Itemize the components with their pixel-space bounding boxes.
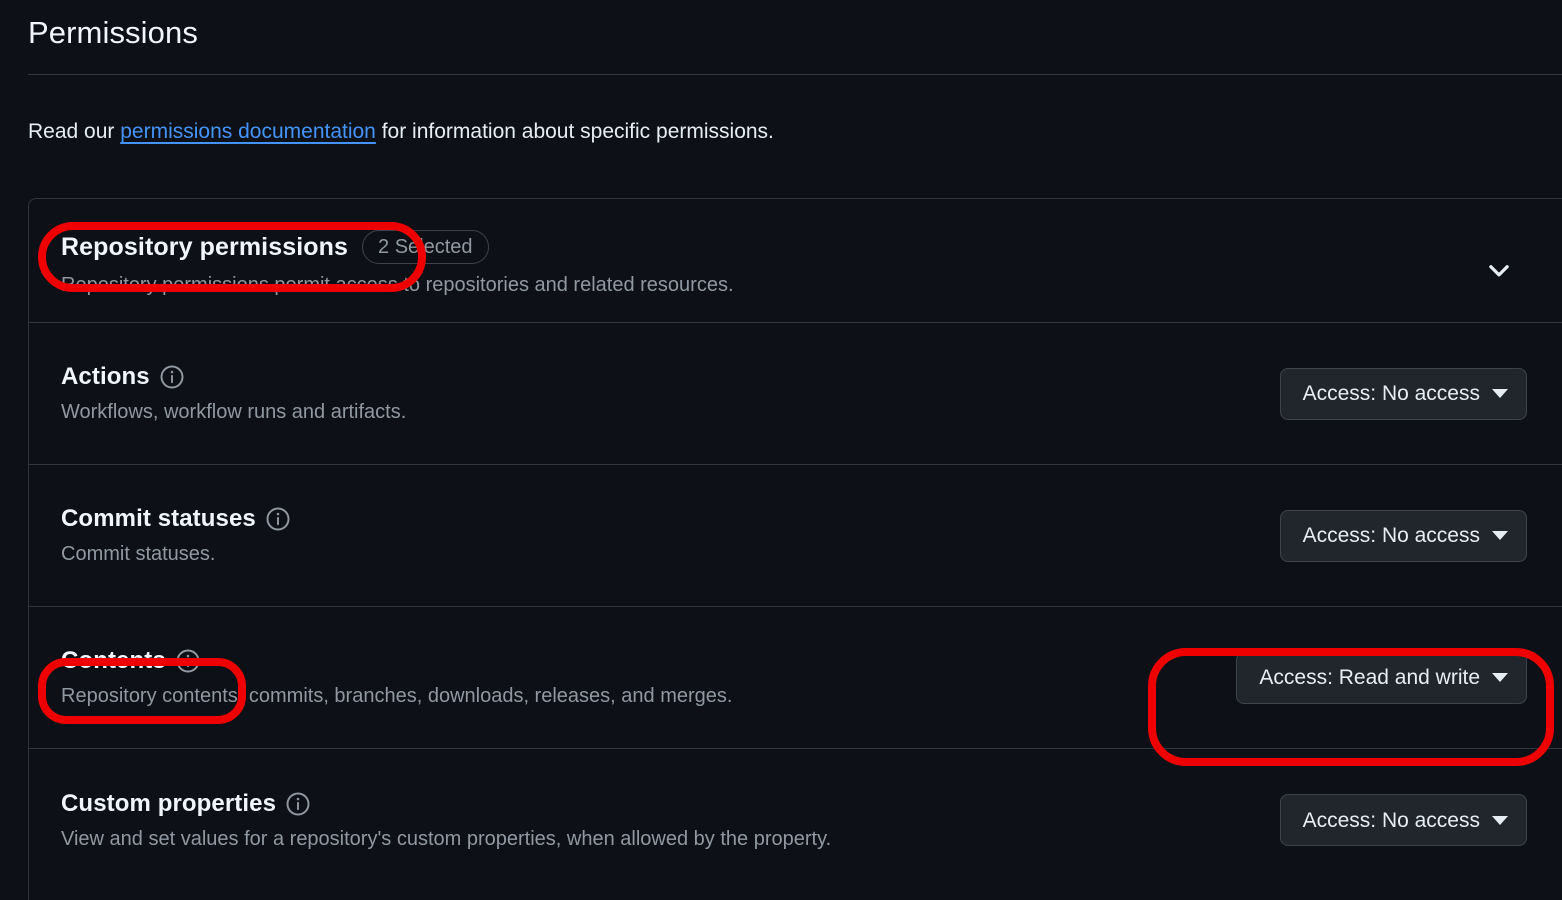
info-icon[interactable] <box>266 507 290 531</box>
info-icon[interactable] <box>160 365 184 389</box>
permission-description: View and set values for a repository's c… <box>61 827 832 850</box>
table-row: Contents Repository contents, commits, br… <box>29 607 1562 749</box>
permission-description: Workflows, workflow runs and artifacts. <box>61 401 407 423</box>
permission-name-row: Contents <box>61 644 732 678</box>
group-description: Repository permissions permit access to … <box>61 274 734 296</box>
permission-access-cell: Access: Read and write <box>1236 651 1562 704</box>
permissions-documentation-link[interactable]: permissions documentation <box>120 120 376 143</box>
table-row: Custom properties View and set values for… <box>29 749 1562 891</box>
access-dropdown-label: Access: No access <box>1302 524 1480 547</box>
title-divider <box>28 74 1562 75</box>
repository-permissions-panel: Repository permissions 2 Selected Reposi… <box>28 198 1562 900</box>
page-title: Permissions <box>28 15 198 50</box>
info-icon[interactable] <box>286 792 310 816</box>
permission-name-row: Actions <box>61 360 406 394</box>
access-dropdown-button[interactable]: Access: No access <box>1279 509 1527 562</box>
permission-name-row: Commit statuses <box>61 502 290 536</box>
access-dropdown-button[interactable]: Access: No access <box>1279 367 1527 420</box>
permission-name: Custom properties <box>61 789 277 817</box>
access-dropdown-button[interactable]: Access: No access <box>1279 794 1527 846</box>
permission-info: Custom properties View and set values for… <box>61 787 831 854</box>
chevron-down-icon <box>1492 531 1508 540</box>
chevron-down-icon <box>1492 815 1508 825</box>
permission-access-cell: Access: No access <box>1279 509 1562 562</box>
permission-name-row: Custom properties <box>61 787 831 821</box>
repository-permissions-header[interactable]: Repository permissions 2 Selected Reposi… <box>29 199 1562 323</box>
permission-info: Actions Workflows, workflow runs and arti… <box>61 360 406 427</box>
permission-info: Contents Repository contents, commits, br… <box>61 644 732 711</box>
permissions-page: Permissions Read our permissions documen… <box>0 0 1562 900</box>
access-dropdown-label: Access: No access <box>1302 382 1480 405</box>
group-title: Repository permissions <box>61 233 349 261</box>
chevron-down-icon[interactable] <box>1486 257 1512 283</box>
table-row: Commit statuses Commit statuses. Access: N… <box>29 465 1562 607</box>
permission-rows: Actions Workflows, workflow runs and arti… <box>29 323 1562 891</box>
access-dropdown-label: Access: Read and write <box>1259 666 1480 689</box>
access-dropdown-label: Access: No access <box>1302 808 1480 832</box>
permission-description: Commit statuses. <box>61 543 216 565</box>
intro-suffix: for information about specific permissio… <box>375 120 774 143</box>
group-title-row: Repository permissions 2 Selected <box>61 229 1562 265</box>
chevron-down-icon <box>1492 673 1508 682</box>
intro-prefix: Read our <box>28 120 121 143</box>
permission-info: Commit statuses Commit statuses. <box>61 502 290 569</box>
permission-access-cell: Access: No access <box>1279 367 1562 420</box>
permission-description: Repository contents, commits, branches, … <box>61 685 733 707</box>
intro-text: Read our permissions documentation for i… <box>28 116 774 148</box>
permission-name: Actions <box>61 363 150 390</box>
permission-access-cell: Access: No access <box>1279 794 1562 846</box>
access-dropdown-button[interactable]: Access: Read and write <box>1236 651 1527 704</box>
table-row: Actions Workflows, workflow runs and arti… <box>29 323 1562 465</box>
info-icon[interactable] <box>176 649 200 673</box>
selected-count-badge: 2 Selected <box>362 230 489 264</box>
permission-name: Commit statuses <box>61 505 256 532</box>
chevron-down-icon <box>1492 389 1508 398</box>
permission-name: Contents <box>61 647 166 674</box>
